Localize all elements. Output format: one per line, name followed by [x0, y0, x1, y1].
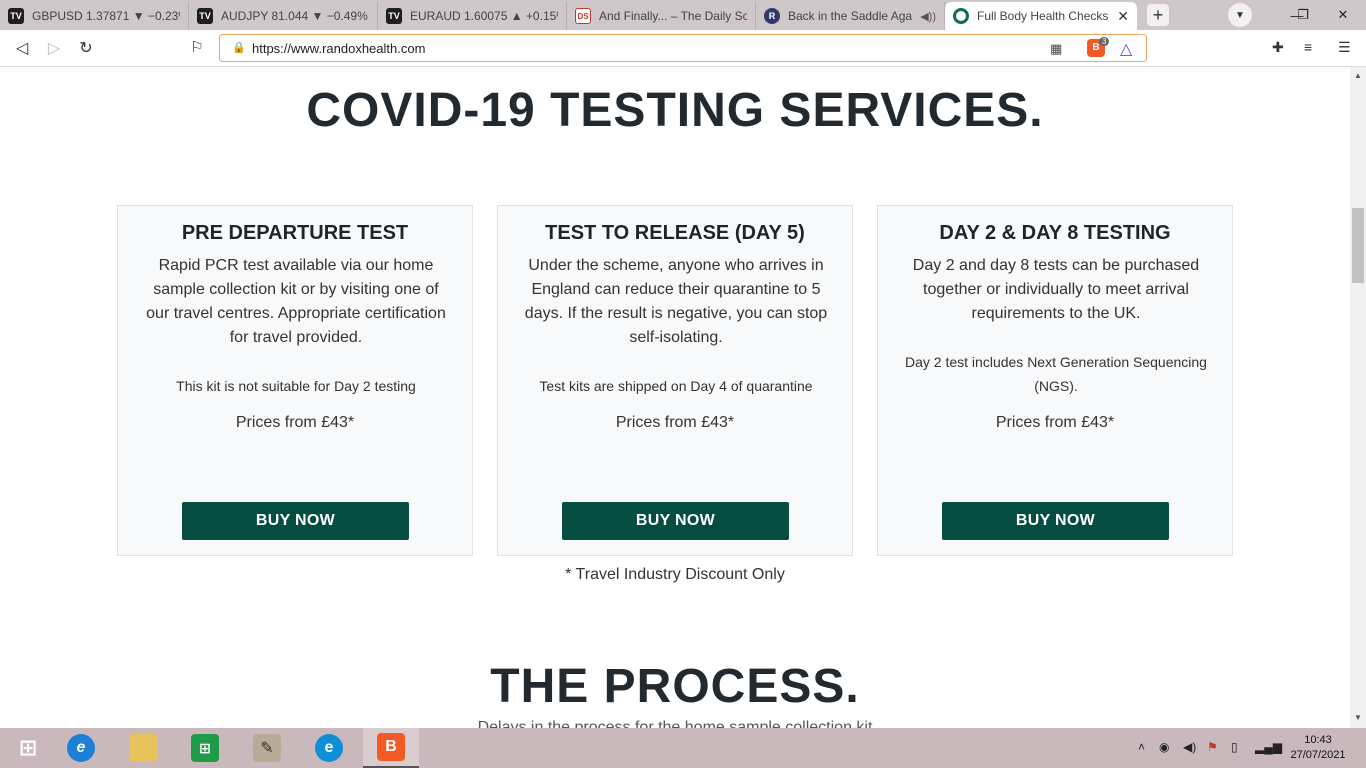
tray-app-icon[interactable]: ◉ [1159, 740, 1169, 754]
tradingview-icon: TV [8, 8, 24, 24]
card-description: Under the scheme, anyone who arrives in … [524, 257, 828, 346]
windows-taskbar: ⊞ e ⊞ ✎ e B ˄ ◉ ◀) ⚑ ▯ ▂▄▆ 10:43 27/07/2… [0, 728, 1366, 768]
speaker-icon[interactable]: ◀)) [920, 10, 936, 23]
qr-code-icon[interactable]: ▦ [1050, 41, 1062, 57]
scroll-thumb[interactable] [1352, 208, 1364, 283]
discount-note: * Travel Industry Discount Only [565, 566, 785, 583]
randox-icon [953, 8, 969, 24]
tab-strip: TV GBPUSD 1.37871 ▼ −0.23% U TV AUDJPY 8… [0, 0, 1366, 30]
taskbar-explorer[interactable] [115, 728, 171, 768]
taskbar-store[interactable]: ⊞ [177, 728, 233, 768]
card-title: DAY 2 & DAY 8 TESTING [939, 222, 1171, 244]
address-bar[interactable]: 🔒 ▦ B 3 △ [219, 34, 1147, 62]
store-icon: ⊞ [191, 734, 219, 762]
flag-icon[interactable]: ⚑ [1207, 740, 1218, 754]
card-note: This kit is not suitable for Day 2 testi… [176, 378, 416, 394]
browser-toolbar: ◁ ▷ ↻ ⚐ 🔒 ▦ B 3 △ ✚ ≡ ☰ [0, 30, 1366, 67]
card-title: PRE DEPARTURE TEST [181, 222, 409, 244]
reload-icon[interactable]: ↻ [76, 38, 96, 58]
tab-title: Full Body Health Checks [977, 9, 1109, 23]
battery-icon[interactable]: ▯ [1231, 740, 1238, 754]
shields-count-badge: 3 [1099, 37, 1110, 46]
tradingview-icon: TV [197, 8, 213, 24]
tab-title: GBPUSD 1.37871 ▼ −0.23% U [32, 9, 180, 23]
file-explorer-icon [129, 734, 157, 762]
new-tab-button[interactable]: + [1147, 4, 1169, 26]
card-description: Day 2 and day 8 tests can be purchased t… [912, 257, 1200, 322]
restore-button[interactable]: ❐ [1282, 0, 1324, 30]
tools-icon: ✎ [253, 734, 281, 762]
r-site-icon: R [764, 8, 780, 24]
tab-randox-active[interactable]: Full Body Health Checks ✕ [945, 2, 1137, 30]
scroll-up-icon[interactable]: ▲ [1350, 71, 1366, 80]
taskbar-app[interactable]: ✎ [239, 728, 295, 768]
page-scrollbar[interactable]: ▲ ▼ [1350, 67, 1366, 728]
back-icon[interactable]: ◁ [12, 38, 32, 58]
card-pre-departure: PRE DEPARTURE TEST Rapid PCR test availa… [117, 205, 473, 556]
tray-chevron-icon[interactable]: ˄ [1138, 740, 1145, 754]
process-subtitle: Delays in the process for the home sampl… [477, 719, 873, 728]
card-title: TEST TO RELEASE (DAY 5) [545, 222, 805, 244]
close-window-button[interactable]: ✕ [1320, 0, 1366, 30]
tab-euraud[interactable]: TV EURAUD 1.60075 ▲ +0.15% E [378, 2, 567, 30]
card-description: Rapid PCR test available via our home sa… [146, 257, 446, 346]
bookmark-icon[interactable]: ⚐ [187, 38, 207, 56]
card-test-to-release: TEST TO RELEASE (DAY 5) Under the scheme… [497, 205, 853, 556]
buy-now-button[interactable]: BUY NOW [562, 502, 789, 540]
buy-now-button[interactable]: BUY NOW [182, 502, 409, 540]
tab-title: EURAUD 1.60075 ▲ +0.15% E [410, 9, 558, 23]
tab-daily-sceptic[interactable]: DS And Finally... – The Daily Scep [567, 2, 756, 30]
tab-gbpusd[interactable]: TV GBPUSD 1.37871 ▼ −0.23% U [0, 2, 189, 30]
edge-icon: e [315, 734, 343, 762]
menu-icon[interactable]: ☰ [1338, 39, 1351, 56]
windows-logo-icon: ⊞ [18, 735, 38, 760]
buy-now-button[interactable]: BUY NOW [942, 502, 1169, 540]
forward-icon[interactable]: ▷ [44, 38, 64, 58]
url-input[interactable] [252, 39, 952, 57]
scroll-down-icon[interactable]: ▼ [1350, 713, 1366, 722]
clock-time: 10:43 [1304, 734, 1332, 746]
clock-date: 27/07/2021 [1290, 749, 1346, 761]
close-tab-icon[interactable]: ✕ [1117, 8, 1129, 25]
tradingview-icon: TV [386, 8, 402, 24]
tab-title: And Finally... – The Daily Scep [599, 9, 747, 23]
card-price: Prices from £43* [995, 414, 1115, 431]
tab-back-in-saddle[interactable]: R Back in the Saddle Again ◀)) [756, 2, 945, 30]
card-price: Prices from £43* [235, 414, 355, 431]
taskbar-brave[interactable]: B [363, 728, 419, 768]
system-clock[interactable]: 10:43 27/07/2021 [1288, 733, 1348, 763]
network-icon[interactable]: ▂▄▆ [1255, 740, 1282, 754]
process-heading: THE PROCESS. [490, 660, 860, 713]
brave-rewards-icon[interactable]: △ [1120, 39, 1132, 59]
card-note: Test kits are shipped on Day 4 of quaran… [539, 378, 813, 394]
daily-sceptic-icon: DS [575, 8, 591, 24]
tab-audjpy[interactable]: TV AUDJPY 81.044 ▼ −0.49% JP [189, 2, 378, 30]
lock-icon: 🔒 [232, 42, 246, 54]
start-button[interactable]: ⊞ [0, 728, 56, 768]
card-note: Day 2 test includes Next Generation Sequ… [905, 354, 1207, 394]
volume-icon[interactable]: ◀) [1183, 740, 1196, 754]
tab-title: AUDJPY 81.044 ▼ −0.49% JP [221, 9, 369, 23]
tab-search-icon[interactable]: ▼ [1228, 3, 1252, 27]
brave-icon: B [377, 733, 405, 761]
taskbar-ie[interactable]: e [53, 728, 109, 768]
page-title: COVID-19 TESTING SERVICES. [306, 84, 1044, 137]
card-price: Prices from £43* [615, 414, 735, 431]
tab-title: Back in the Saddle Again [788, 9, 913, 23]
web-page: COVID-19 TESTING SERVICES. PRE DEPARTURE… [0, 67, 1350, 728]
playlist-icon[interactable]: ≡ [1304, 39, 1312, 55]
internet-explorer-icon: e [67, 734, 95, 762]
taskbar-edge[interactable]: e [301, 728, 357, 768]
card-day2-day8: DAY 2 & DAY 8 TESTING Day 2 and day 8 te… [877, 205, 1233, 556]
extensions-icon[interactable]: ✚ [1272, 39, 1284, 56]
